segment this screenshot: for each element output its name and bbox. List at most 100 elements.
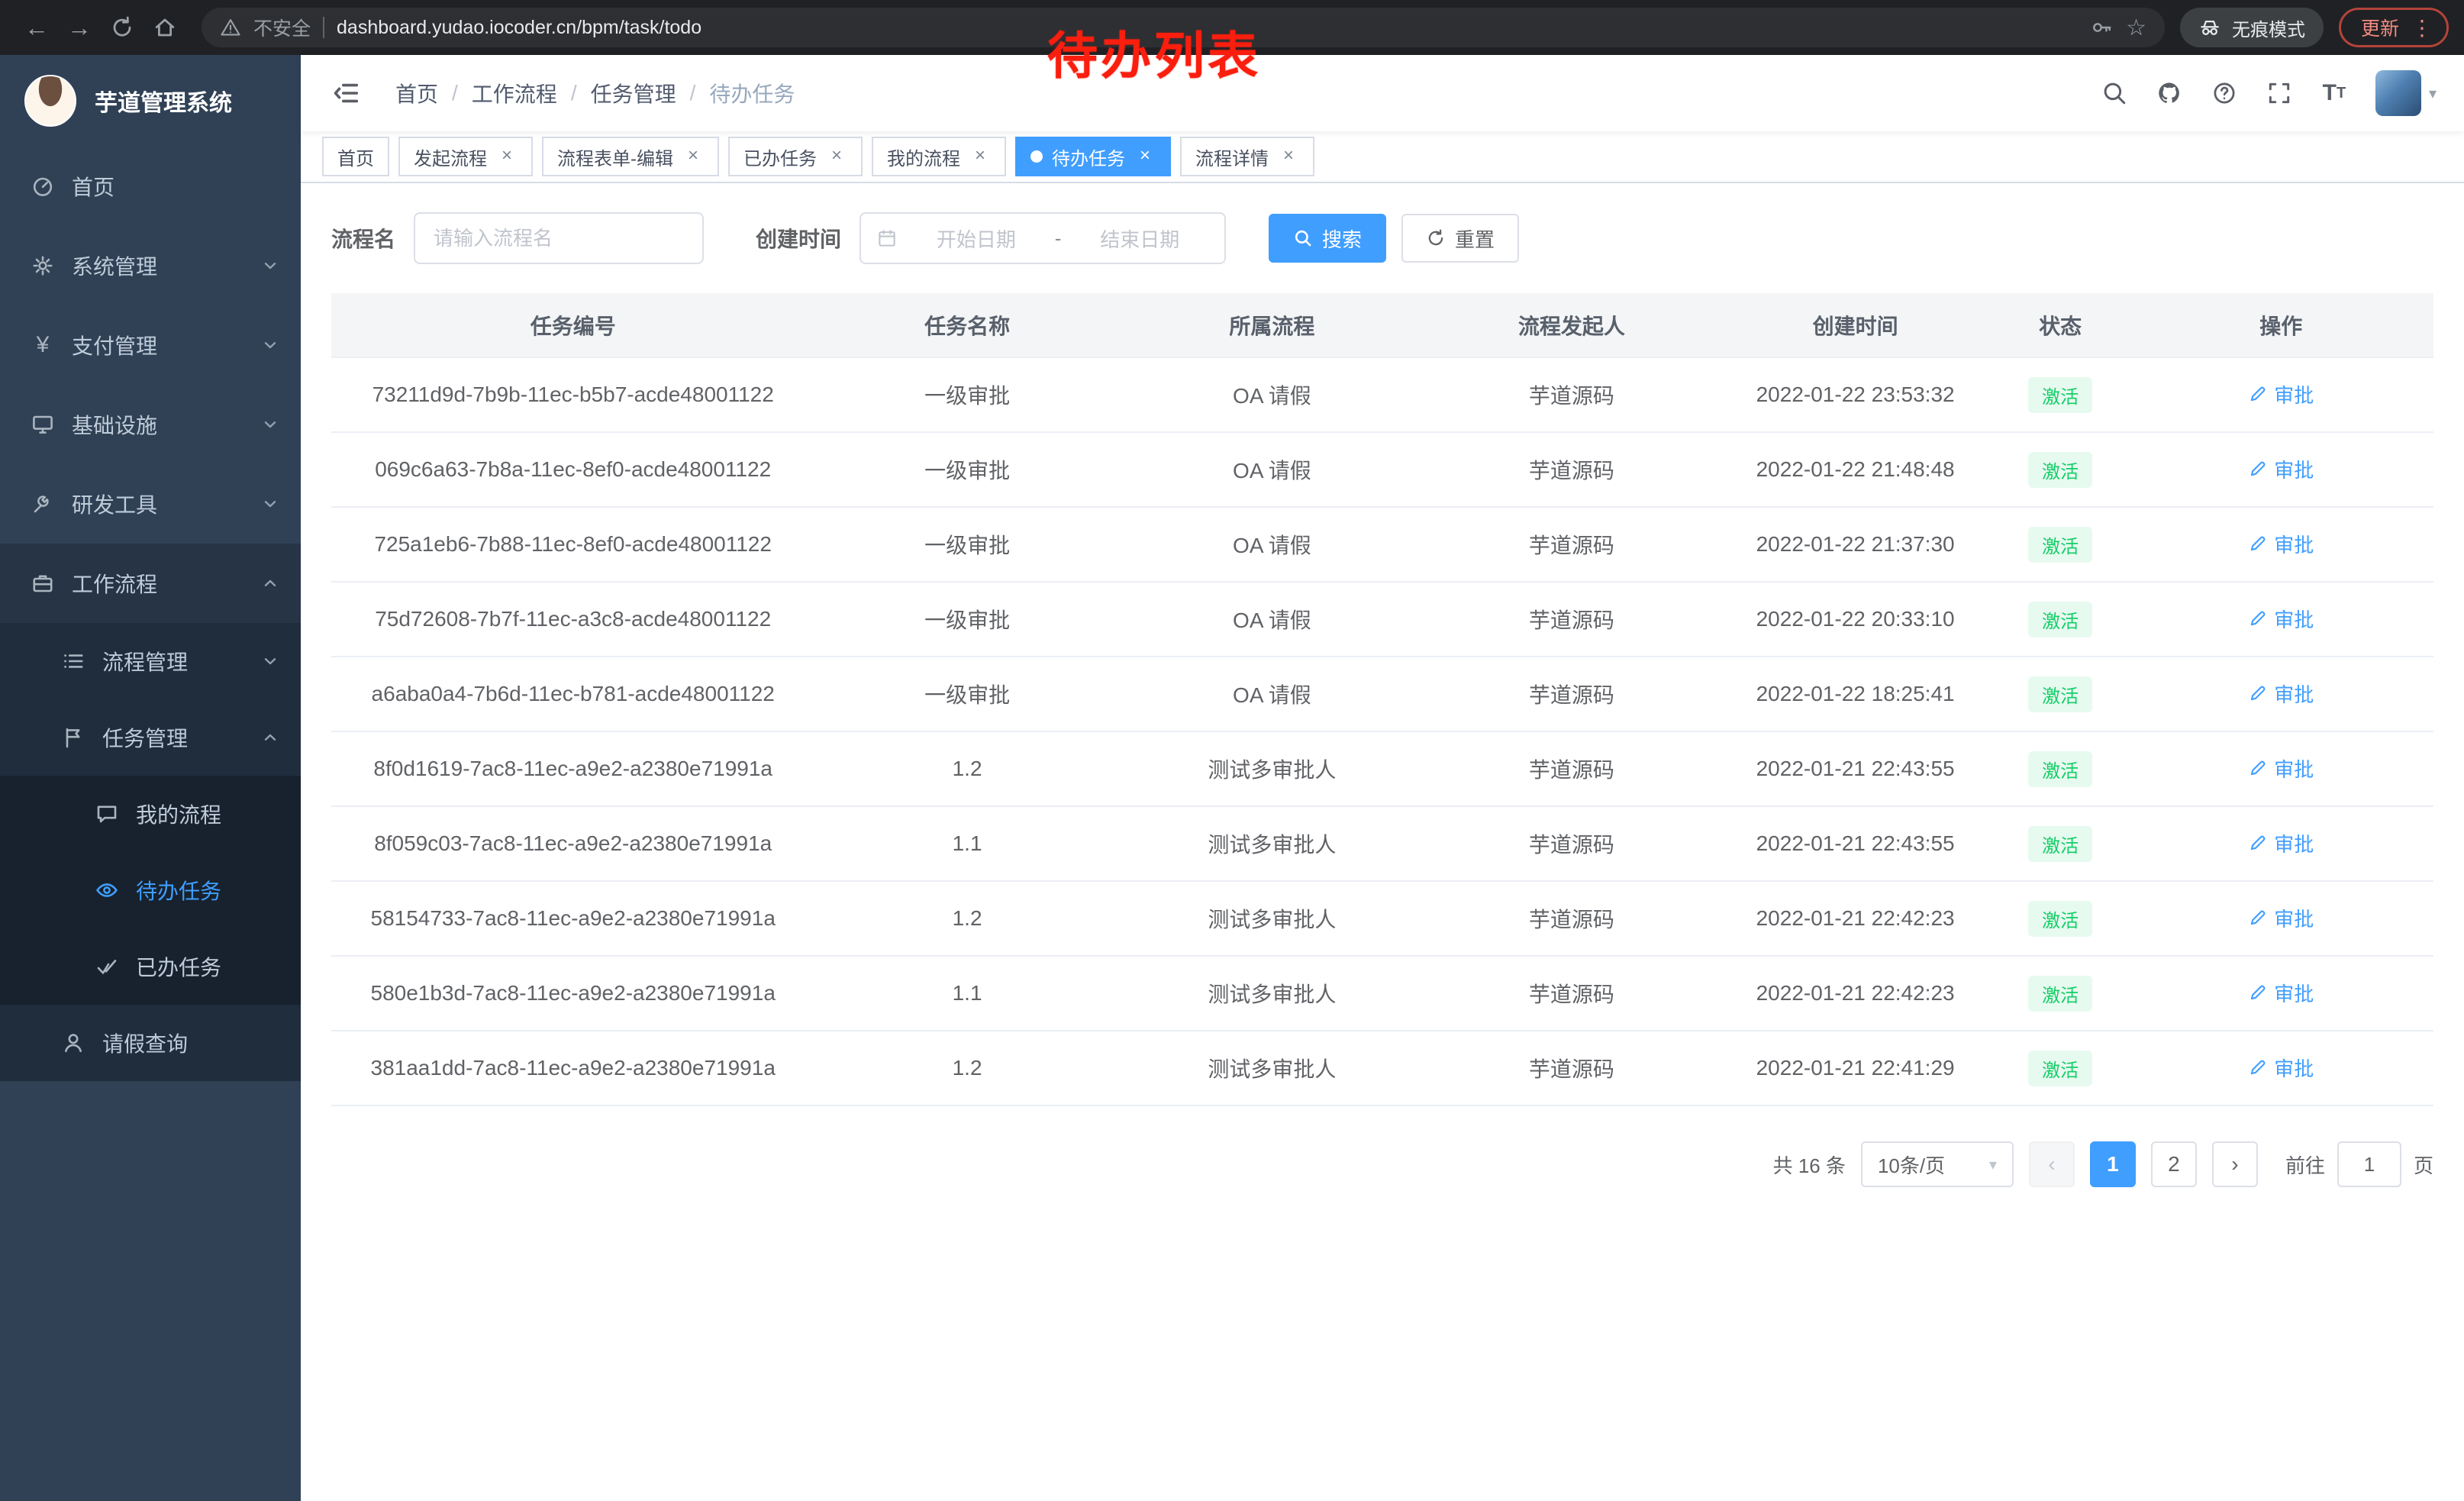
cell-task-id: 73211d9d-7b9b-11ec-b5b7-acde48001122: [331, 357, 814, 432]
col-status: 状态: [1992, 293, 2129, 357]
next-page-button[interactable]: ›: [2212, 1141, 2258, 1187]
tab-process-detail[interactable]: 流程详情×: [1180, 137, 1314, 176]
annotation-overlay: 待办列表: [1047, 15, 1261, 89]
sidebar-item-system[interactable]: 系统管理: [0, 226, 301, 305]
approve-button[interactable]: 审批: [2248, 979, 2314, 1007]
tab-home[interactable]: 首页: [322, 137, 389, 176]
close-icon[interactable]: ×: [1134, 146, 1156, 167]
col-task-name: 任务名称: [814, 293, 1119, 357]
close-icon[interactable]: ×: [682, 146, 704, 167]
sidebar-item-payment[interactable]: ¥ 支付管理: [0, 305, 301, 385]
approve-button[interactable]: 审批: [2248, 605, 2314, 633]
end-date-placeholder[interactable]: 结束日期: [1070, 224, 1209, 253]
cell-process: OA 请假: [1120, 657, 1424, 731]
list-icon: [61, 649, 85, 673]
col-created: 创建时间: [1719, 293, 1992, 357]
cell-task-name: 一级审批: [814, 357, 1119, 432]
security-chip[interactable]: 不安全: [253, 14, 311, 41]
password-key-button[interactable]: [2091, 16, 2114, 39]
chevron-down-icon: [261, 257, 279, 275]
browser-reload-button[interactable]: [101, 6, 144, 49]
page-button-2[interactable]: 2: [2151, 1141, 2197, 1187]
close-icon[interactable]: ×: [496, 146, 518, 167]
approve-button[interactable]: 审批: [2248, 679, 2314, 708]
prev-page-button[interactable]: ‹: [2029, 1141, 2075, 1187]
sidebar-item-dev-tools[interactable]: 研发工具: [0, 464, 301, 544]
edit-icon: [2248, 758, 2268, 778]
start-date-placeholder[interactable]: 开始日期: [907, 224, 1046, 253]
github-button[interactable]: [2143, 67, 2195, 119]
breadcrumb-item[interactable]: 任务管理: [591, 78, 676, 108]
header-search-button[interactable]: [2088, 67, 2140, 119]
sidebar-item-todo-task[interactable]: 待办任务: [0, 852, 301, 928]
page-size-select[interactable]: 10条/页 ▾: [1861, 1141, 2014, 1187]
key-icon: [2091, 16, 2114, 39]
approve-button[interactable]: 审批: [2248, 530, 2314, 558]
reload-icon: [110, 15, 134, 40]
topbar: 首页 / 工作流程 / 任务管理 / 待办任务: [301, 55, 2464, 131]
close-icon[interactable]: ×: [826, 146, 847, 167]
cell-task-id: 725a1eb6-7b88-11ec-8ef0-acde48001122: [331, 507, 814, 582]
browser-home-button[interactable]: [144, 6, 186, 49]
cell-created: 2022-01-22 20:33:10: [1719, 582, 1992, 657]
tab-done-task[interactable]: 已办任务×: [728, 137, 863, 176]
breadcrumb-item[interactable]: 首页: [395, 78, 438, 108]
process-name-input[interactable]: [414, 212, 704, 264]
approve-button[interactable]: 审批: [2248, 754, 2314, 783]
sidebar-item-my-process[interactable]: 我的流程: [0, 776, 301, 852]
help-button[interactable]: [2198, 67, 2250, 119]
sidebar-item-process-management[interactable]: 流程管理: [0, 623, 301, 699]
approve-button[interactable]: 审批: [2248, 1054, 2314, 1082]
browser-forward-button[interactable]: →: [58, 6, 101, 49]
font-size-button[interactable]: TT: [2308, 67, 2360, 119]
bookmark-star-icon[interactable]: ☆: [2126, 15, 2146, 41]
breadcrumb-separator: /: [690, 81, 696, 105]
cell-created: 2022-01-21 22:41:29: [1719, 1031, 1992, 1106]
close-icon[interactable]: ×: [969, 146, 991, 167]
close-icon[interactable]: ×: [1278, 146, 1299, 167]
cell-task-id: 75d72608-7b7f-11ec-a3c8-acde48001122: [331, 582, 814, 657]
chevron-down-icon: [261, 652, 279, 670]
status-badge: 激活: [2028, 602, 2092, 638]
status-badge: 激活: [2028, 452, 2092, 488]
search-icon: [2101, 80, 2127, 106]
approve-button[interactable]: 审批: [2248, 829, 2314, 857]
breadcrumb-item[interactable]: 工作流程: [472, 78, 557, 108]
date-range-picker[interactable]: 开始日期 - 结束日期: [859, 212, 1226, 264]
approve-button[interactable]: 审批: [2248, 455, 2314, 483]
app-logo[interactable]: 芋道管理系统: [0, 55, 301, 147]
filter-bar: 流程名 创建时间 开始日期 - 结束日期 搜索 重: [331, 212, 2433, 264]
sidebar-item-workflow[interactable]: 工作流程: [0, 544, 301, 623]
approve-button[interactable]: 审批: [2248, 380, 2314, 408]
url-text[interactable]: dashboard.yudao.iocoder.cn/bpm/task/todo: [337, 17, 701, 39]
cell-action: 审批: [2129, 582, 2433, 657]
approve-button[interactable]: 审批: [2248, 904, 2314, 932]
cell-task-name: 一级审批: [814, 582, 1119, 657]
user-menu[interactable]: ▾: [2375, 70, 2437, 116]
sidebar-item-infrastructure[interactable]: 基础设施: [0, 385, 301, 464]
sidebar-item-home[interactable]: 首页: [0, 147, 301, 226]
browser-menu-icon[interactable]: ⋮: [2411, 15, 2433, 40]
update-button[interactable]: 更新 ⋮: [2339, 8, 2449, 47]
range-separator: -: [1055, 227, 1062, 250]
tab-my-process[interactable]: 我的流程×: [872, 137, 1006, 176]
wrench-icon: [31, 492, 55, 516]
sidebar-item-task-management[interactable]: 任务管理: [0, 699, 301, 776]
cell-task-id: 069c6a63-7b8a-11ec-8ef0-acde48001122: [331, 432, 814, 507]
caret-down-icon: ▾: [2429, 84, 2437, 103]
goto-page-input[interactable]: [2337, 1141, 2401, 1187]
sidebar-toggle-button[interactable]: [322, 69, 371, 118]
goto-label: 前往: [2285, 1151, 2325, 1179]
cell-status: 激活: [1992, 507, 2129, 582]
cell-process: 测试多审批人: [1120, 956, 1424, 1031]
sidebar-item-leave-query[interactable]: 请假查询: [0, 1005, 301, 1081]
reset-button[interactable]: 重置: [1401, 214, 1519, 263]
sidebar-item-done-task[interactable]: 已办任务: [0, 928, 301, 1005]
search-button[interactable]: 搜索: [1269, 214, 1386, 263]
tab-todo-task[interactable]: 待办任务×: [1015, 137, 1171, 176]
tab-start-process[interactable]: 发起流程×: [398, 137, 533, 176]
tab-process-form-edit[interactable]: 流程表单-编辑×: [542, 137, 719, 176]
fullscreen-button[interactable]: [2253, 67, 2305, 119]
browser-back-button[interactable]: ←: [15, 6, 58, 49]
page-button-1[interactable]: 1: [2090, 1141, 2136, 1187]
